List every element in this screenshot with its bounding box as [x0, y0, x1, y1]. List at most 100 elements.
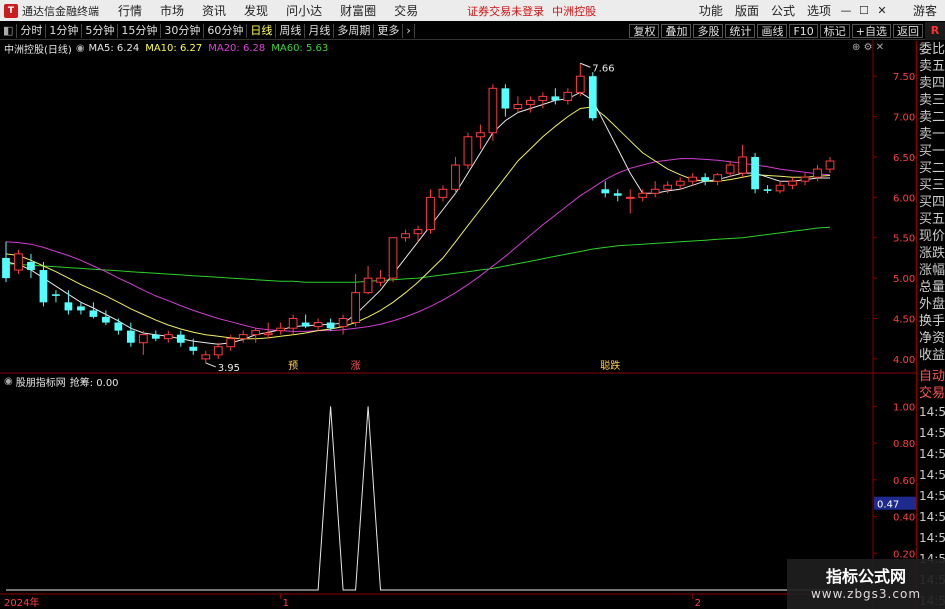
candle-body-up [650, 188, 660, 194]
ma5-value: MA5: 6.24 [88, 42, 140, 54]
candle-body-up [625, 196, 635, 199]
candlesticks [2, 63, 835, 363]
quote-row-label: 总量 [919, 280, 945, 295]
candle-body-up [575, 75, 585, 93]
zoom-icon[interactable]: ⊕ [852, 42, 860, 53]
candle-body-up [238, 334, 248, 340]
candle-body-up [663, 184, 673, 190]
trade-time: 14:56 [919, 468, 945, 482]
trade-time: 14:56 [919, 447, 945, 461]
quote-row-label: 买二 [919, 161, 945, 176]
candle-body-up [14, 253, 23, 271]
low-label: 3.95 [218, 363, 240, 374]
indicator-settings-icon[interactable]: ◉ [4, 376, 13, 387]
quote-row-label: 涨跌 [919, 246, 945, 261]
candle-body-down [501, 88, 510, 109]
date-axis-label: 2 [695, 598, 701, 609]
candle-body-down [102, 316, 110, 323]
candle-body-up [775, 184, 785, 192]
candle-body-up [788, 180, 797, 186]
kline-chart[interactable]: 7.66 3.95 预 涨 聪跌 7.50 7.00 6.50 6.00 5.50 5.00 4.5… [0, 0, 916, 609]
candle-body-up [338, 318, 348, 328]
ma10-value: MA10: 6.27 [145, 42, 203, 54]
candle-body-up [376, 277, 385, 283]
trade-time: 14:56 [919, 426, 945, 440]
candle-body-up [451, 164, 460, 190]
candle-body-up [226, 338, 236, 348]
candle-body-down [613, 193, 622, 196]
candle-body-down [701, 177, 710, 182]
candle-body-up [563, 91, 573, 101]
candle-body-down [601, 189, 610, 194]
candle-body-down [64, 302, 73, 311]
candle-body-up [713, 174, 723, 182]
chart-grid [0, 40, 916, 609]
candle-body-up [401, 233, 410, 239]
quote-row-label: 外盘 [919, 297, 945, 312]
candle-body-up [438, 188, 448, 198]
quote-row-label: 卖二 [919, 110, 945, 125]
ma60-value: MA60: 5.63 [271, 42, 329, 54]
candle-body-down [326, 322, 335, 329]
r-mark-badge[interactable]: R [925, 22, 945, 40]
guest-label[interactable]: 游客 [913, 2, 937, 19]
candle-body-up [488, 87, 498, 134]
watermark-url: www.zbgs3.com [810, 587, 922, 601]
indicator-header: ◉ 股朋指标网 抢筹: 0.00 [0, 374, 119, 389]
price-axis-label: 5.50 [893, 234, 915, 245]
stock-title[interactable]: 中洲控股(日线) [4, 41, 72, 56]
candle-body-down [189, 346, 198, 351]
quote-row-label: 买一 [919, 144, 945, 159]
quote-tab-auto[interactable]: 自动 [917, 368, 945, 385]
quote-rows: 委比 卖五 卖四 卖三 卖二 卖一 买一 买二 买三 买四 买五 现价 涨跌 涨幅 总量 外盘 换手 净资 收益 [917, 41, 945, 364]
indicator-panel [6, 406, 830, 591]
candle-body-up [688, 176, 698, 182]
candle-body-up [426, 196, 435, 231]
quote-row-label: 卖五 [919, 59, 945, 74]
candle-body-up [351, 292, 360, 324]
settings-icon[interactable]: ⚙ [864, 42, 873, 53]
candle-body-up [463, 136, 473, 166]
quote-panel: 委比 卖五 卖四 卖三 卖二 卖一 买一 买二 买三 买四 买五 现价 涨跌 涨幅 总量 外盘 换手 净资 收益 自… [916, 41, 945, 609]
candle-body-down [89, 310, 98, 317]
close-icon[interactable]: ✕ [876, 42, 884, 53]
candle-body-down [176, 334, 185, 343]
ma5-line [5, 91, 830, 345]
watermark-title: 指标公式网 [825, 567, 906, 586]
sub-axis-label: 0.40 [893, 513, 915, 524]
candle-body-down [2, 257, 10, 279]
candle-body-up [163, 334, 173, 340]
indicator-value: 抢筹: 0.00 [69, 377, 119, 389]
price-axis-label: 6.50 [893, 153, 915, 164]
quote-row-label: 卖四 [919, 76, 945, 91]
main-chart-header: 中洲控股(日线) ◉ MA5: 6.24 MA10: 6.27 MA20: 6.… [0, 41, 334, 56]
quote-row-label: 买五 [919, 212, 945, 227]
candle-body-up [825, 160, 835, 170]
quote-row-label: 卖一 [919, 127, 945, 142]
candle-body-up [525, 99, 535, 105]
indicator-name[interactable]: 股朋指标网 [16, 374, 66, 389]
ma20-line [5, 158, 831, 332]
price-axis-label: 5.00 [893, 274, 915, 285]
signal-marker: 聪跌 [600, 359, 620, 372]
candle-body-up [476, 132, 485, 138]
quote-row-label: 净资 [919, 331, 945, 346]
candle-body-down [551, 96, 560, 101]
candle-body-down [114, 322, 123, 331]
candle-body-down [39, 270, 48, 303]
candle-body-up [251, 330, 261, 336]
candle-body-down [763, 189, 772, 191]
trade-time: 14:56 [919, 531, 945, 545]
sub-current-value: 0.47 [877, 500, 899, 511]
ma-lines [5, 91, 831, 345]
price-axis-label: 7.00 [893, 113, 915, 124]
sub-axis-label: 0.60 [893, 476, 915, 487]
quote-tab-trade[interactable]: 交易 [917, 385, 945, 402]
watermark: 指标公式网 www.zbgs3.com [787, 559, 945, 609]
quote-row-label: 买四 [919, 195, 945, 210]
candle-body-up [675, 180, 685, 186]
settings-circle-icon[interactable]: ◉ [76, 43, 85, 54]
candle-body-down [588, 76, 597, 119]
date-axis-label: 1 [283, 598, 289, 609]
candle-body-up [288, 318, 298, 329]
